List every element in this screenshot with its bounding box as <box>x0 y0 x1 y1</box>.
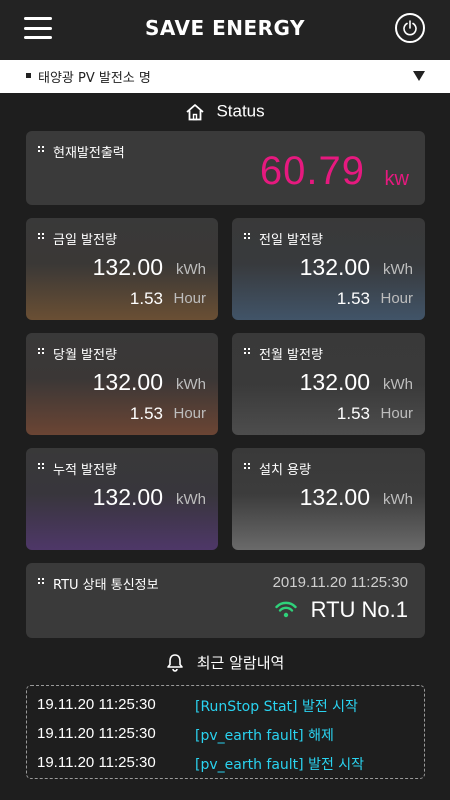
card-unit: kWh <box>176 376 206 393</box>
wifi-icon <box>275 601 297 618</box>
last-month-generation-card: 전월 발전량 132.00 kWh 1.53 Hour <box>232 333 425 435</box>
plant-select-value: 태양광 PV 발전소 명 <box>38 71 151 86</box>
alarm-item[interactable]: 19.11.20 11:25:30 [RunStop Stat] 발전 시작 <box>27 693 426 717</box>
current-output-card: 현재발전출력 60.79 kw <box>26 131 425 205</box>
card-hour-unit: Hour <box>173 405 206 422</box>
current-output-value: 60.79 <box>259 149 365 193</box>
alarm-title: 최근 알람내역 <box>196 654 285 672</box>
card-hours: 1.53 <box>336 289 370 308</box>
status-title: Status <box>216 101 265 121</box>
card-hours: 1.53 <box>129 289 163 308</box>
alarm-item[interactable]: 19.11.20 11:25:30 [pv_earth fault] 해제 <box>27 722 426 746</box>
bullet-icon <box>26 73 31 78</box>
bell-icon <box>166 654 183 672</box>
bullet-icon <box>244 463 250 469</box>
yesterday-generation-card: 전일 발전량 132.00 kWh 1.53 Hour <box>232 218 425 320</box>
rtu-name: RTU No.1 <box>310 597 408 622</box>
card-hours: 1.53 <box>336 404 370 423</box>
bullet-icon <box>244 233 250 239</box>
app-header: SAVE ENERGY <box>0 0 450 60</box>
app-title: SAVE ENERGY <box>144 16 306 40</box>
card-label: 당월 발전량 <box>53 348 117 363</box>
card-label: 금일 발전량 <box>53 233 117 248</box>
home-icon <box>186 103 204 120</box>
alarm-time: 19.11.20 11:25:30 <box>37 754 156 771</box>
alarm-time: 19.11.20 11:25:30 <box>37 725 156 742</box>
rtu-status-card: RTU 상태 통신정보 2019.11.20 11:25:30 RTU No.1 <box>26 563 425 638</box>
power-icon[interactable] <box>395 13 425 43</box>
card-value: 132.00 <box>299 369 370 395</box>
card-unit: kWh <box>383 491 413 508</box>
card-label: 누적 발전량 <box>53 463 117 478</box>
this-month-generation-card: 당월 발전량 132.00 kWh 1.53 Hour <box>26 333 218 435</box>
alarm-time: 19.11.20 11:25:30 <box>37 696 156 713</box>
card-label: 전일 발전량 <box>259 233 323 248</box>
alarm-heading: 최근 알람내역 <box>0 652 450 676</box>
card-value: 132.00 <box>299 484 370 510</box>
alarm-message: [RunStop Stat] 발전 시작 <box>195 699 358 715</box>
status-heading: Status <box>0 101 450 125</box>
card-value: 132.00 <box>299 254 370 280</box>
card-label: 설치 용량 <box>259 463 311 478</box>
card-hour-unit: Hour <box>173 290 206 307</box>
cumulative-generation-card: 누적 발전량 132.00 kWh <box>26 448 218 550</box>
alarm-list: 19.11.20 11:25:30 [RunStop Stat] 발전 시작 1… <box>26 685 425 779</box>
card-hours: 1.53 <box>129 404 163 423</box>
bullet-icon <box>244 348 250 354</box>
card-value: 132.00 <box>92 254 163 280</box>
card-value: 132.00 <box>92 369 163 395</box>
card-hour-unit: Hour <box>380 290 413 307</box>
alarm-message: [pv_earth fault] 해제 <box>195 728 334 744</box>
card-unit: kWh <box>383 376 413 393</box>
bullet-icon <box>38 463 44 469</box>
rtu-label: RTU 상태 통신정보 <box>53 578 159 593</box>
plant-select[interactable]: 태양광 PV 발전소 명 <box>0 60 450 93</box>
current-output-label: 현재발전출력 <box>53 146 125 161</box>
alarm-item[interactable]: 19.11.20 11:25:30 [pv_earth fault] 발전 시작 <box>27 751 426 775</box>
card-label: 전월 발전량 <box>259 348 323 363</box>
bullet-icon <box>38 233 44 239</box>
card-unit: kWh <box>383 261 413 278</box>
bullet-icon <box>38 578 44 584</box>
card-unit: kWh <box>176 491 206 508</box>
bullet-icon <box>38 146 44 152</box>
bullet-icon <box>38 348 44 354</box>
current-output-unit: kw <box>384 168 409 190</box>
rtu-timestamp: 2019.11.20 11:25:30 <box>272 574 408 591</box>
card-hour-unit: Hour <box>380 405 413 422</box>
installed-capacity-card: 설치 용량 132.00 kWh <box>232 448 425 550</box>
dropdown-arrow-icon[interactable] <box>413 71 425 81</box>
alarm-message: [pv_earth fault] 발전 시작 <box>195 757 365 773</box>
card-unit: kWh <box>176 261 206 278</box>
today-generation-card: 금일 발전량 132.00 kWh 1.53 Hour <box>26 218 218 320</box>
card-value: 132.00 <box>92 484 163 510</box>
